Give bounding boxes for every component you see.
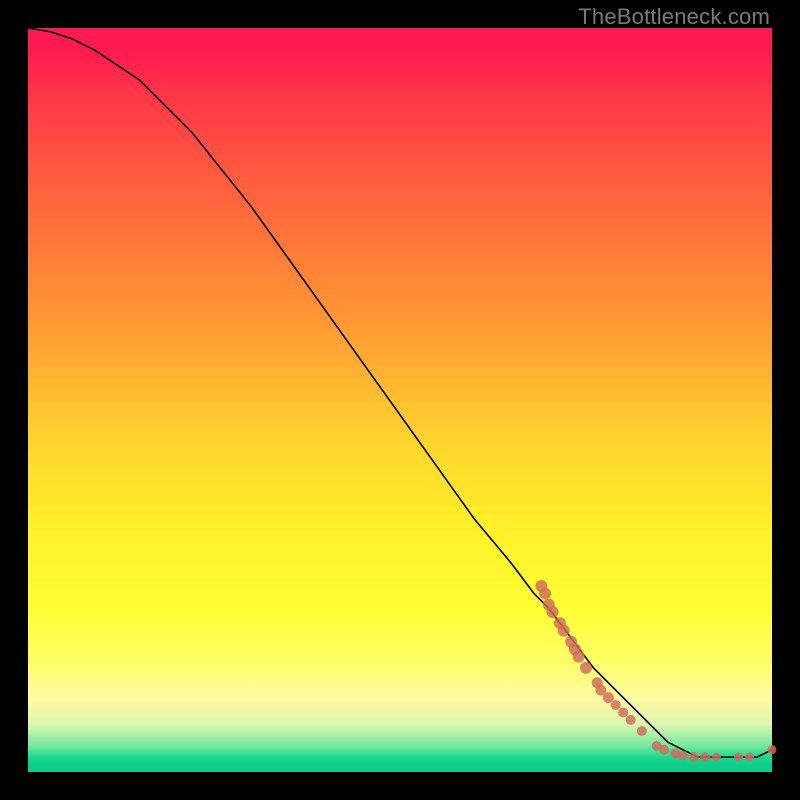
data-marker: [547, 606, 559, 618]
data-marker: [603, 692, 614, 703]
data-marker: [637, 726, 647, 736]
data-marker: [580, 662, 592, 674]
chart-svg: [28, 28, 772, 772]
plot-area: [28, 28, 772, 772]
data-marker: [573, 651, 585, 663]
data-marker: [712, 753, 721, 762]
marker-group: [535, 580, 776, 762]
data-marker: [611, 700, 621, 710]
data-marker: [618, 707, 628, 717]
curve-line: [28, 28, 772, 757]
data-marker: [768, 745, 777, 754]
chart-frame: TheBottleneck.com: [0, 0, 800, 800]
data-marker: [689, 752, 699, 762]
data-marker: [659, 745, 669, 755]
data-marker: [539, 587, 551, 599]
data-marker: [678, 751, 688, 761]
watermark-text: TheBottleneck.com: [578, 4, 770, 30]
data-marker: [626, 715, 636, 725]
data-marker: [745, 753, 754, 762]
data-marker: [734, 753, 743, 762]
data-marker: [700, 752, 710, 762]
data-marker: [558, 625, 570, 637]
